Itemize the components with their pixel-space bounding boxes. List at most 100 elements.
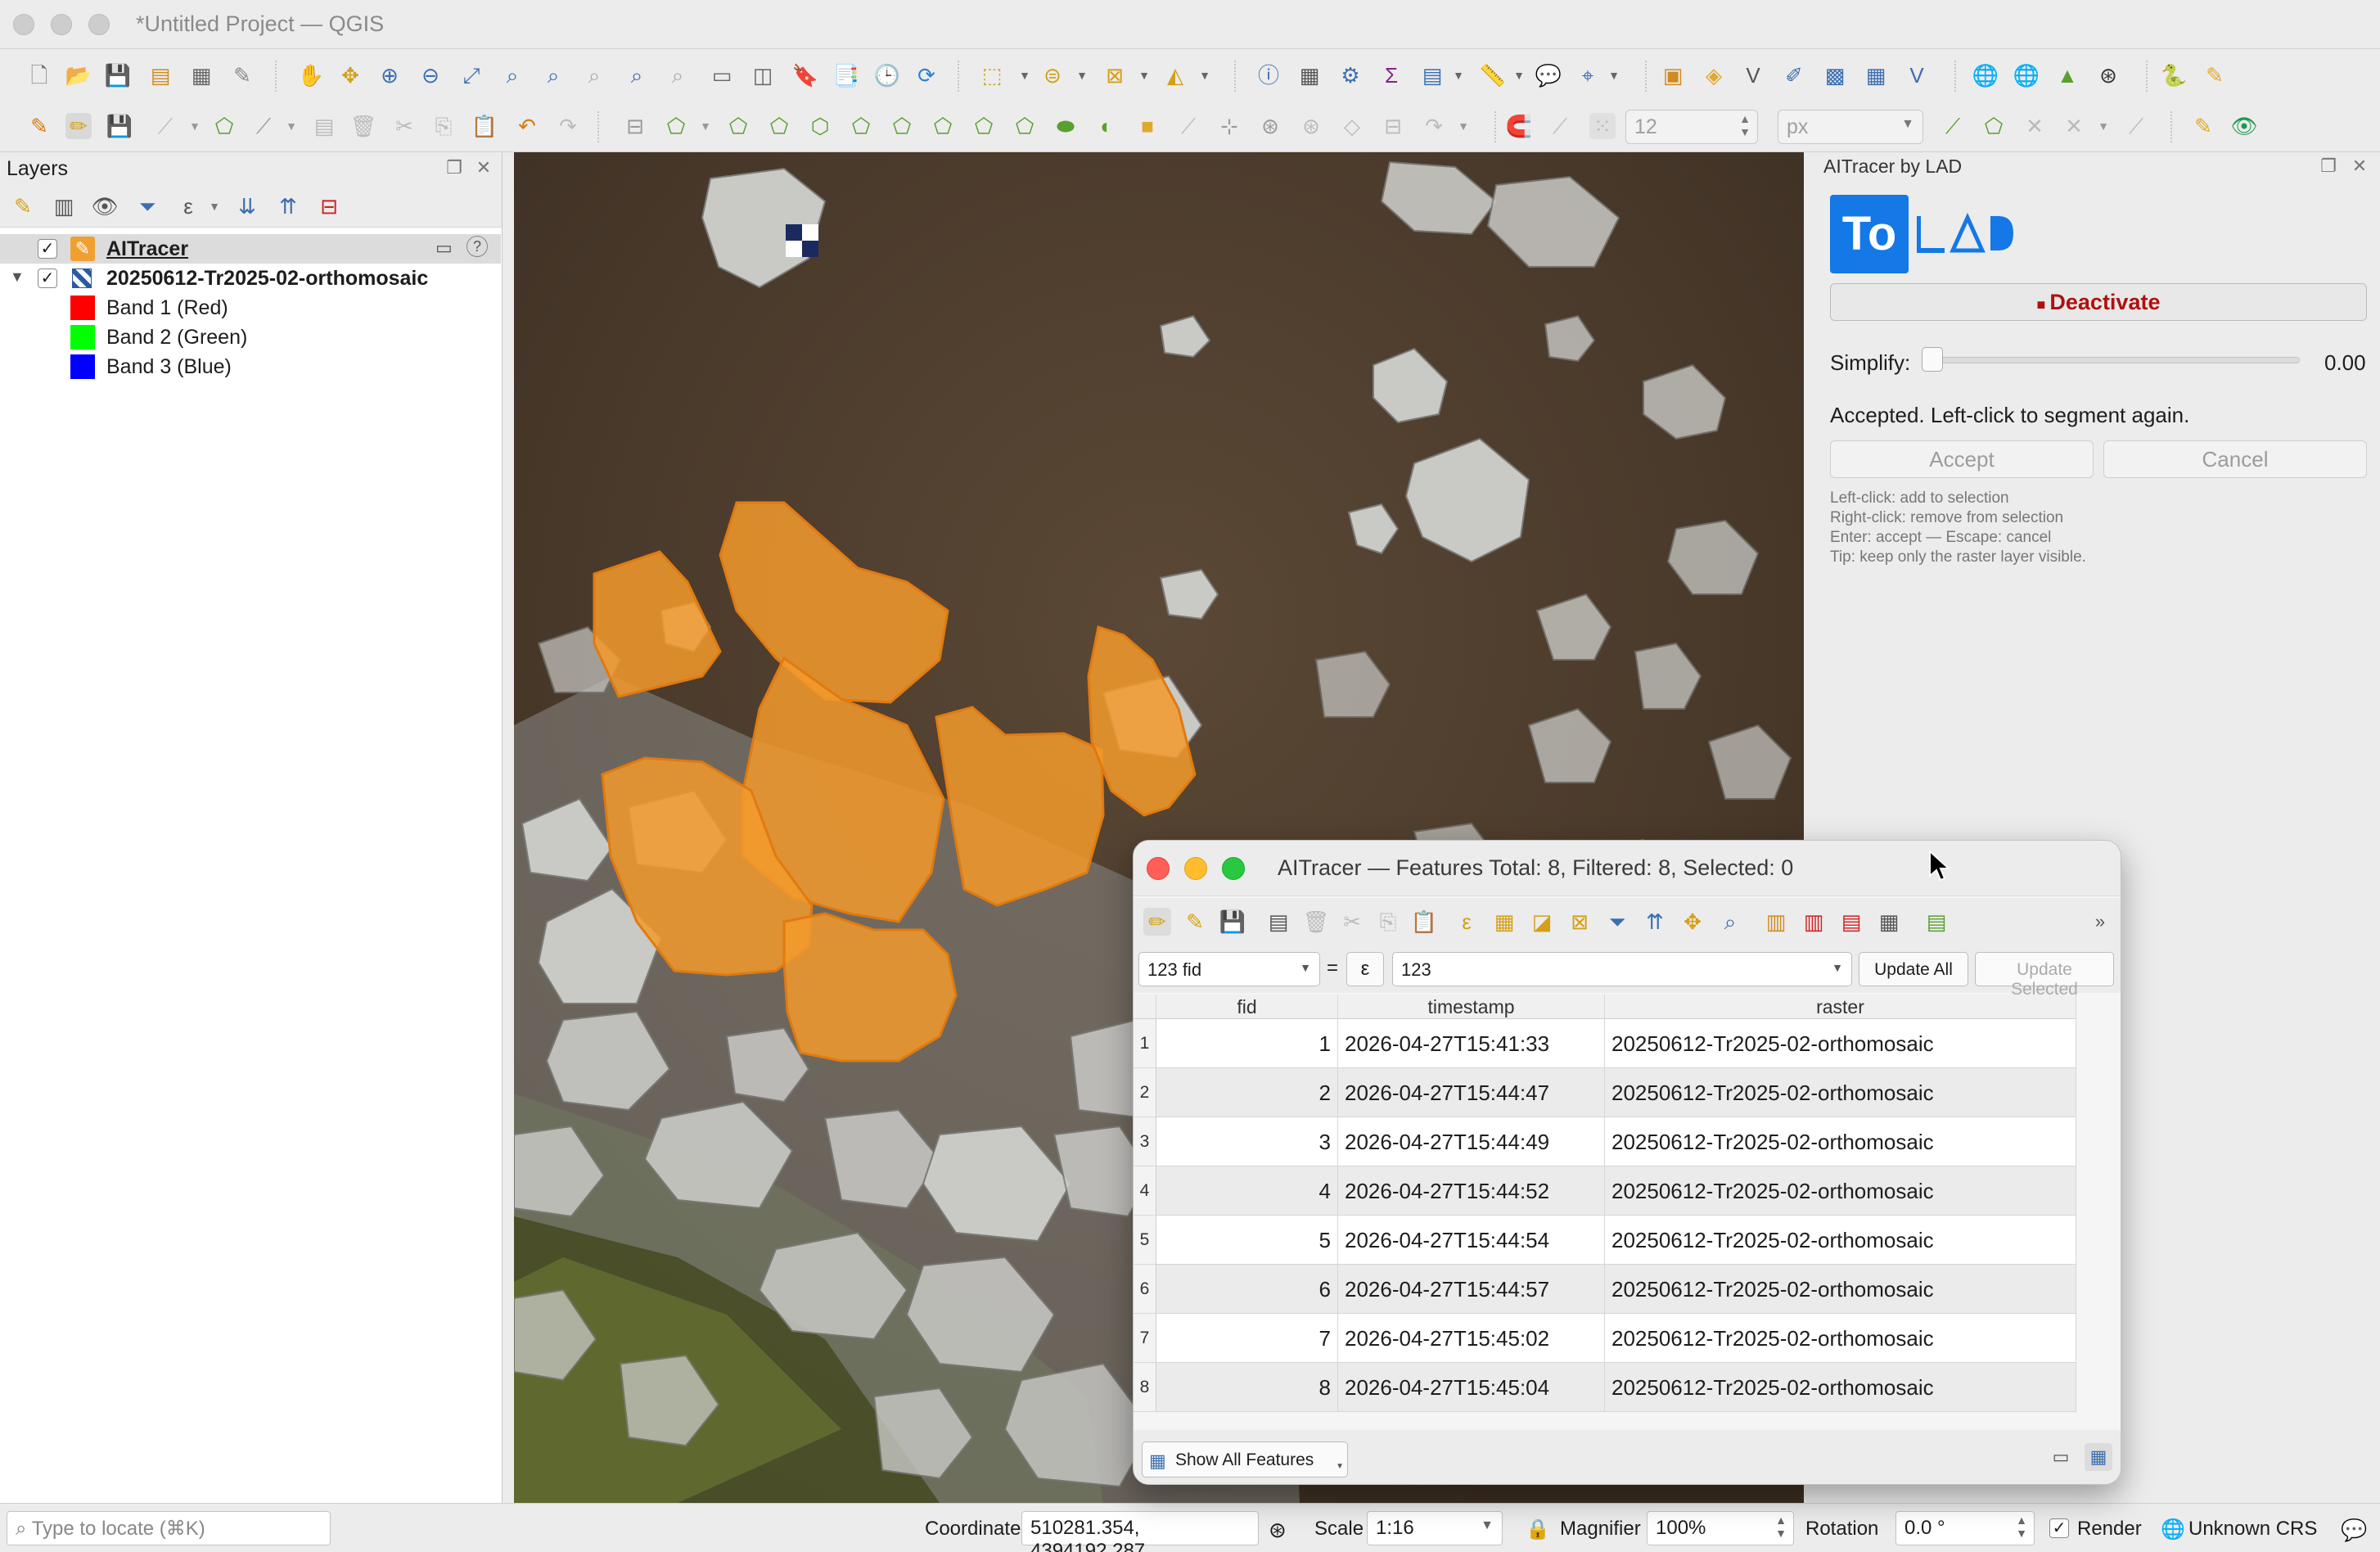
cell-fid[interactable]: 1 [1156, 1019, 1338, 1068]
table-row[interactable]: 6 6 2026-04-27T15:44:57 20250612-Tr2025-02-… [1134, 1265, 2076, 1314]
trim-extend-icon[interactable]: ⊹ [1216, 113, 1242, 139]
cell-raster[interactable]: 20250612-Tr2025-02-orthomosaic [1605, 1363, 2076, 1412]
collapse-arrow-icon[interactable]: ▼ [10, 268, 25, 286]
invert-selection-icon[interactable]: ◪ [1528, 908, 1556, 936]
cell-timestamp[interactable]: 2026-04-27T15:44:54 [1338, 1216, 1605, 1265]
tracing-icon[interactable]: ⟋ [2123, 113, 2149, 139]
current-edits-icon[interactable]: ✎ [26, 113, 52, 139]
close-panel-icon[interactable]: ✕ [2351, 157, 2369, 175]
statistical-summary-icon[interactable]: Σ [1378, 62, 1404, 88]
lock-scale-icon[interactable]: 🔒 [1526, 1518, 1550, 1541]
cell-timestamp[interactable]: 2026-04-27T15:45:04 [1338, 1363, 1605, 1412]
style-manager-icon[interactable]: ✎ [229, 62, 255, 88]
cell-raster[interactable]: 20250612-Tr2025-02-orthomosaic [1605, 1314, 2076, 1363]
open-attribute-table-icon[interactable]: ▦ [1296, 62, 1323, 88]
new-bookmark-icon[interactable]: 🔖 [792, 62, 818, 88]
table-row[interactable]: 4 4 2026-04-27T15:44:52 20250612-Tr2025-02-… [1134, 1166, 2076, 1216]
delete-features-icon[interactable]: 🗑 [1302, 908, 1330, 936]
new-print-layout-icon[interactable]: ▤ [147, 62, 174, 88]
zoom-to-selected-icon[interactable]: ⌕ [1716, 908, 1744, 936]
paste-features-icon[interactable]: 📋 [471, 113, 498, 139]
zoom-to-layer-icon[interactable]: ⌕ [540, 62, 566, 88]
calc-dropdown-icon[interactable]: ▼ [1445, 62, 1472, 88]
add-polygon-feature-icon[interactable]: ⬠ [211, 113, 237, 139]
cell-fid[interactable]: 3 [1156, 1117, 1338, 1166]
coordinate-field[interactable]: 510281.354, 4394192.287 [1021, 1511, 1259, 1552]
row-number[interactable]: 4 [1134, 1166, 1156, 1216]
save-edits-icon[interactable]: 💾 [106, 113, 133, 139]
self-snapping-dropdown-icon[interactable]: ▼ [2090, 113, 2116, 139]
cell-raster[interactable]: 20250612-Tr2025-02-orthomosaic [1605, 1265, 2076, 1314]
cut-features-icon[interactable]: ✂ [391, 113, 417, 139]
cell-raster[interactable]: 20250612-Tr2025-02-orthomosaic [1605, 1117, 2076, 1166]
deselect-dropdown-icon[interactable]: ▼ [1131, 62, 1157, 88]
redo-icon[interactable]: ↷ [555, 113, 581, 139]
cell-raster[interactable]: 20250612-Tr2025-02-orthomosaic [1605, 1166, 2076, 1216]
delete-selected-icon[interactable]: 🗑 [350, 113, 377, 139]
add-part-icon[interactable]: ⬠ [725, 113, 751, 139]
toggle-editing-icon[interactable]: ✏ [65, 113, 92, 139]
column-header-raster[interactable]: raster [1605, 995, 2076, 1019]
filter-legend-icon[interactable]: ⏷ [134, 193, 160, 219]
expand-all-icon[interactable]: ⇊ [234, 193, 260, 219]
select-by-expression-icon[interactable]: ε [1453, 908, 1481, 936]
cell-fid[interactable]: 4 [1156, 1166, 1338, 1216]
help-icon[interactable]: ? [467, 236, 488, 257]
select-location-dropdown-icon[interactable]: ▼ [1192, 62, 1218, 88]
measure-dropdown-icon[interactable]: ▼ [1506, 62, 1532, 88]
offset-point-symbols-icon[interactable]: ⟋ [1175, 113, 1201, 139]
rotate-point-symbols-icon[interactable]: ■ [1134, 113, 1161, 139]
aitracer-plugin-icon[interactable]: ✎ [2190, 113, 2216, 139]
table-row[interactable]: 5 5 2026-04-27T15:44:54 20250612-Tr2025-02-… [1134, 1216, 2076, 1265]
digitize-dropdown-icon[interactable]: ▼ [182, 113, 208, 139]
open-project-icon[interactable]: 📂 [65, 62, 92, 88]
delete-ring-icon[interactable]: ⬡ [807, 113, 833, 139]
minimize-window-button[interactable] [51, 14, 72, 35]
crs-globe-icon[interactable]: 🌐 [2161, 1518, 2185, 1541]
move-label-icon[interactable]: ◇ [1339, 113, 1365, 139]
rotation-spinbox[interactable]: 0.0 ° ▲ ▼ [1895, 1511, 2035, 1545]
field-calculator-icon[interactable]: ▤ [1419, 62, 1445, 88]
new-map-view-icon[interactable]: ▭ [709, 62, 735, 88]
simplify-slider-handle[interactable] [1922, 347, 1943, 372]
plugin-icon[interactable]: ✎ [2202, 62, 2228, 88]
add-wfs-icon[interactable]: 🌐 [2013, 62, 2040, 88]
layer-row-aitracer[interactable]: ✓ ✎ AITracer ▭ ? [0, 234, 501, 264]
snapping-type-icon[interactable]: ⁙ [1589, 113, 1616, 139]
float-panel-icon[interactable]: ❐ [2319, 157, 2337, 175]
pan-map-icon[interactable]: ✋ [298, 62, 324, 88]
new-geopackage-icon[interactable]: ◈ [1701, 62, 1727, 88]
layer-row-orthomosaic[interactable]: ▼ ✓ 20250612-Tr2025-02-orthomosaic [0, 264, 501, 293]
field-calculator-icon[interactable]: ▦ [1875, 908, 1903, 936]
select-all-icon[interactable]: ▦ [1490, 908, 1518, 936]
zoom-window-button[interactable] [88, 14, 110, 35]
vertex-tool-icon[interactable]: ⟋ [250, 113, 277, 139]
messages-icon[interactable]: 💬 [2341, 1518, 2367, 1543]
row-number[interactable]: 2 [1134, 1068, 1156, 1117]
copy-icon[interactable]: ⎘ [1374, 908, 1402, 936]
table-row[interactable]: 1 1 2026-04-27T15:41:33 20250612-Tr2025-02-… [1134, 1019, 2076, 1068]
select-value-dropdown-icon[interactable]: ▼ [1069, 62, 1095, 88]
toggle-editing-icon[interactable]: ✏ [1143, 908, 1171, 936]
more-tools-icon[interactable]: » [2086, 908, 2114, 936]
accept-button[interactable]: Accept [1830, 440, 2094, 478]
avoid-overlap-icon[interactable]: ⬠ [1981, 113, 2007, 139]
add-virtual-layer-icon[interactable]: V [1904, 62, 1930, 88]
zoom-next-icon[interactable]: ⌕ [665, 62, 691, 88]
rotate-feature-icon[interactable]: ⊛ [1298, 113, 1324, 139]
multi-edit-icon[interactable]: ✎ [1181, 908, 1209, 936]
add-ring-dropdown-icon[interactable]: ▼ [692, 113, 719, 139]
filter-expression-icon[interactable]: ε [175, 193, 201, 219]
add-raster-icon[interactable]: ▦ [1863, 62, 1889, 88]
zoom-in-icon[interactable]: ⊕ [376, 62, 403, 88]
enable-snapping-icon[interactable]: 🧲 [1506, 113, 1532, 139]
measure-line-icon[interactable]: 📏 [1480, 62, 1506, 88]
show-bookmarks-icon[interactable]: 📑 [833, 62, 859, 88]
add-vector-tile-icon[interactable]: ⊛ [2095, 62, 2121, 88]
offset-curve-icon[interactable]: ⬠ [930, 113, 956, 139]
save-project-icon[interactable]: 💾 [105, 62, 131, 88]
expression-input[interactable]: 123 ▼ [1392, 952, 1852, 986]
zoom-last-icon[interactable]: ⌕ [624, 62, 650, 88]
cell-fid[interactable]: 6 [1156, 1265, 1338, 1314]
digitize-with-segment-icon[interactable]: ⟋ [152, 113, 178, 139]
